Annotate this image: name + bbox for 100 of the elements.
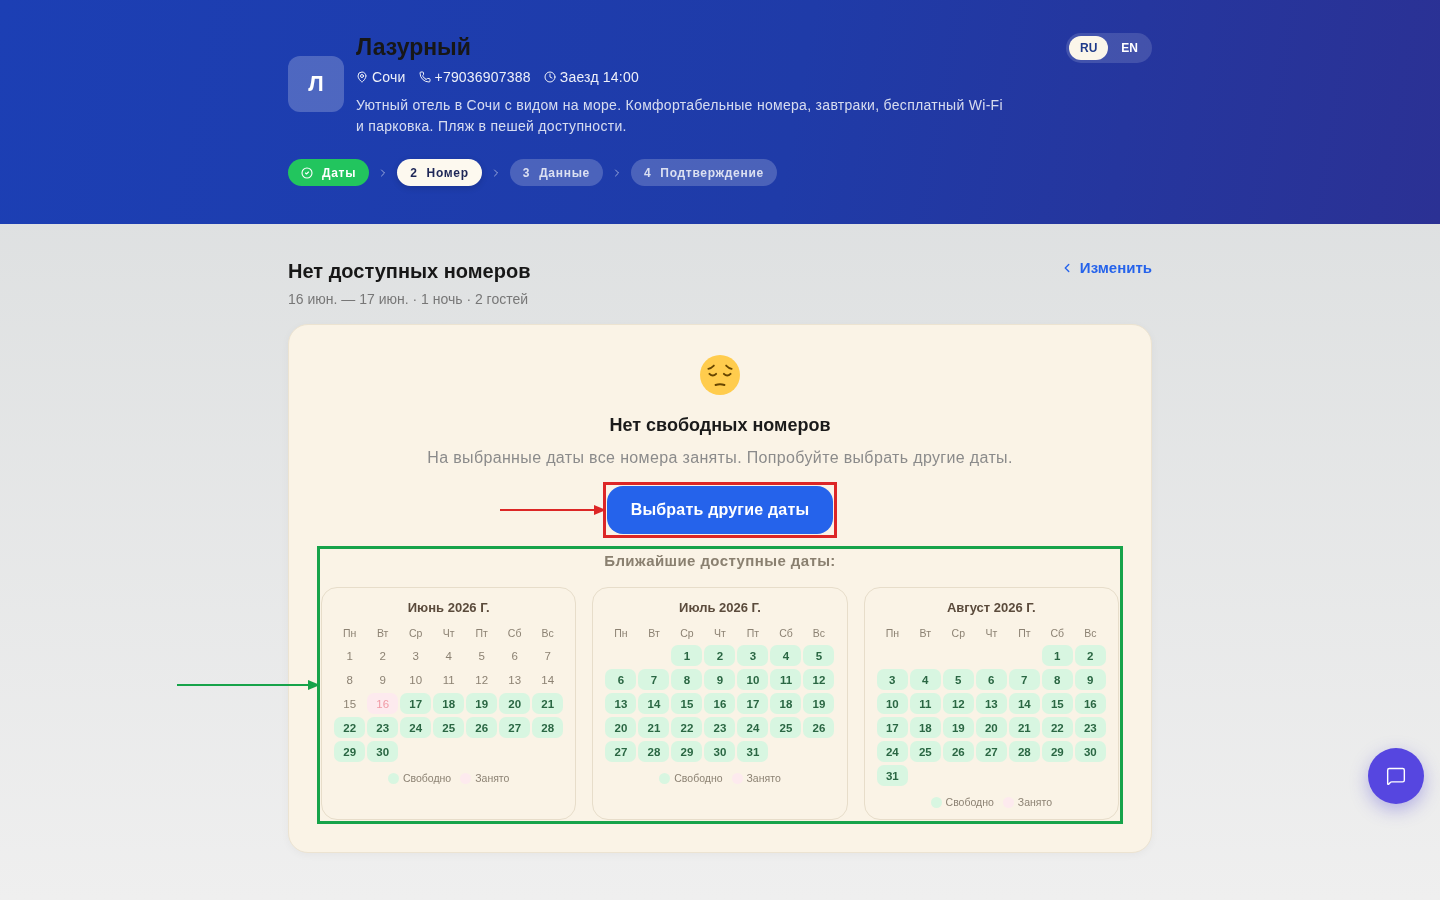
calendar-day[interactable]: 17 bbox=[400, 693, 432, 714]
calendar-day[interactable]: 28 bbox=[638, 741, 670, 762]
calendar-day[interactable]: 6 bbox=[975, 669, 1007, 690]
calendar-day[interactable]: 16 bbox=[704, 693, 736, 714]
calendar-day[interactable]: 10 bbox=[876, 693, 908, 714]
calendar-day[interactable]: 20 bbox=[499, 693, 531, 714]
calendar-day[interactable]: 18 bbox=[909, 717, 941, 738]
calendar-day[interactable]: 24 bbox=[876, 741, 908, 762]
calendar-day[interactable]: 25 bbox=[909, 741, 941, 762]
month-title: Июнь 2026 Г. bbox=[407, 599, 490, 617]
calendar-day[interactable]: 10 bbox=[737, 669, 769, 690]
calendar-day[interactable]: 31 bbox=[876, 765, 908, 786]
calendar-day[interactable]: 16 bbox=[1074, 693, 1106, 714]
calendar-day[interactable]: 18 bbox=[433, 693, 465, 714]
weekday-label: Вс bbox=[1083, 626, 1098, 641]
calendar-day[interactable]: 7 bbox=[1008, 669, 1040, 690]
calendar-day[interactable]: 19 bbox=[803, 693, 835, 714]
calendar-day[interactable]: 28 bbox=[532, 717, 564, 738]
weekday-label: Пт bbox=[745, 626, 761, 641]
language-button[interactable]: RU bbox=[1069, 36, 1109, 60]
calendar-day[interactable]: 22 bbox=[671, 717, 703, 738]
calendar-day[interactable]: 29 bbox=[671, 741, 703, 762]
calendar-day[interactable]: 24 bbox=[737, 717, 769, 738]
calendar-day[interactable]: 17 bbox=[737, 693, 769, 714]
calendar-day: 7 bbox=[532, 645, 564, 666]
calendar-day[interactable]: 3 bbox=[876, 669, 908, 690]
month-title: Август 2026 Г. bbox=[946, 599, 1036, 617]
calendar-day[interactable]: 13 bbox=[975, 693, 1007, 714]
calendar-day[interactable]: 19 bbox=[942, 717, 974, 738]
month-title: Июль 2026 Г. bbox=[679, 599, 761, 617]
calendar-day[interactable]: 1 bbox=[1041, 645, 1073, 666]
calendar-day[interactable]: 15 bbox=[1041, 693, 1073, 714]
calendar-day[interactable]: 21 bbox=[1008, 717, 1040, 738]
calendar-day[interactable]: 23 bbox=[1074, 717, 1106, 738]
language-button[interactable]: EN bbox=[1110, 36, 1149, 60]
calendar-day[interactable]: 19 bbox=[466, 693, 498, 714]
calendar-day[interactable]: 29 bbox=[334, 741, 366, 762]
calendar-day[interactable]: 14 bbox=[1008, 693, 1040, 714]
calendar-day[interactable]: 30 bbox=[704, 741, 736, 762]
calendar-day[interactable]: 15 bbox=[671, 693, 703, 714]
step-label: Даты bbox=[322, 165, 357, 180]
hotel-logo: Л bbox=[288, 56, 344, 112]
calendar-day[interactable]: 4 bbox=[909, 669, 941, 690]
calendar-day[interactable]: 1 bbox=[671, 645, 703, 666]
calendar-day[interactable]: 9 bbox=[704, 669, 736, 690]
calendar-day[interactable]: 21 bbox=[638, 717, 670, 738]
calendar-day[interactable]: 11 bbox=[909, 693, 941, 714]
calendar-day[interactable]: 20 bbox=[975, 717, 1007, 738]
calendar-day[interactable]: 25 bbox=[433, 717, 465, 738]
calendar-day[interactable]: 12 bbox=[942, 693, 974, 714]
calendar-day[interactable]: 5 bbox=[942, 669, 974, 690]
calendar-day[interactable]: 5 bbox=[803, 645, 835, 666]
calendar-day[interactable]: 7 bbox=[638, 669, 670, 690]
weekday-label: Ср bbox=[679, 626, 695, 641]
weekday-label: Сб bbox=[778, 626, 794, 641]
calendar-day[interactable]: 26 bbox=[466, 717, 498, 738]
calendar-day[interactable]: 28 bbox=[1008, 741, 1040, 762]
calendar-day[interactable]: 27 bbox=[975, 741, 1007, 762]
calendar-day[interactable]: 8 bbox=[1041, 669, 1073, 690]
calendar-day[interactable]: 9 bbox=[1074, 669, 1106, 690]
calendar-day[interactable]: 2 bbox=[704, 645, 736, 666]
calendar-day[interactable]: 23 bbox=[367, 717, 399, 738]
calendar-day[interactable]: 4 bbox=[770, 645, 802, 666]
section-title: Нет доступных номеров bbox=[288, 259, 531, 284]
calendar-day[interactable]: 12 bbox=[803, 669, 835, 690]
calendar-day[interactable]: 11 bbox=[770, 669, 802, 690]
calendar-day: 6 bbox=[499, 645, 531, 666]
calendar-day[interactable]: 26 bbox=[942, 741, 974, 762]
calendar-day[interactable]: 2 bbox=[1074, 645, 1106, 666]
calendar-day[interactable]: 26 bbox=[803, 717, 835, 738]
calendar-day[interactable]: 22 bbox=[334, 717, 366, 738]
legend-dot-icon bbox=[387, 772, 399, 784]
hotel-description: Уютный отель в Сочи с видом на море. Комфортабельные номера, завтраки, бесплатный Wi-Fi и парковка. Пляж в пешей доступности. bbox=[356, 96, 1004, 136]
calendar-day[interactable]: 24 bbox=[400, 717, 432, 738]
calendar-day: 12 bbox=[466, 669, 498, 690]
calendar-day[interactable]: 27 bbox=[499, 717, 531, 738]
calendar-day[interactable]: 30 bbox=[367, 741, 399, 762]
legend-label: Свободно bbox=[945, 795, 994, 809]
calendar-day[interactable]: 6 bbox=[605, 669, 637, 690]
weekday-label: Чт bbox=[441, 626, 456, 641]
calendar-day[interactable]: 29 bbox=[1041, 741, 1073, 762]
step-label: Подтверждение bbox=[660, 165, 764, 180]
chat-button[interactable] bbox=[1368, 748, 1424, 804]
calendar-day[interactable]: 21 bbox=[532, 693, 564, 714]
weekday-label: Вс bbox=[811, 626, 827, 641]
choose-dates-button[interactable]: Выбрать другие даты bbox=[606, 486, 834, 534]
calendar-day[interactable]: 25 bbox=[770, 717, 802, 738]
calendar-day[interactable]: 22 bbox=[1041, 717, 1073, 738]
calendar-day[interactable]: 3 bbox=[737, 645, 769, 666]
calendar-day[interactable]: 20 bbox=[605, 717, 637, 738]
calendar-day[interactable]: 13 bbox=[605, 693, 637, 714]
calendar-day[interactable]: 30 bbox=[1074, 741, 1106, 762]
calendar-day[interactable]: 23 bbox=[704, 717, 736, 738]
calendar-day[interactable]: 14 bbox=[638, 693, 670, 714]
calendar-day[interactable]: 18 bbox=[770, 693, 802, 714]
calendar-day[interactable]: 31 bbox=[737, 741, 769, 762]
change-link[interactable]: Изменить bbox=[1059, 258, 1152, 278]
calendar-day[interactable]: 27 bbox=[605, 741, 637, 762]
calendar-day[interactable]: 8 bbox=[671, 669, 703, 690]
calendar-day[interactable]: 17 bbox=[876, 717, 908, 738]
